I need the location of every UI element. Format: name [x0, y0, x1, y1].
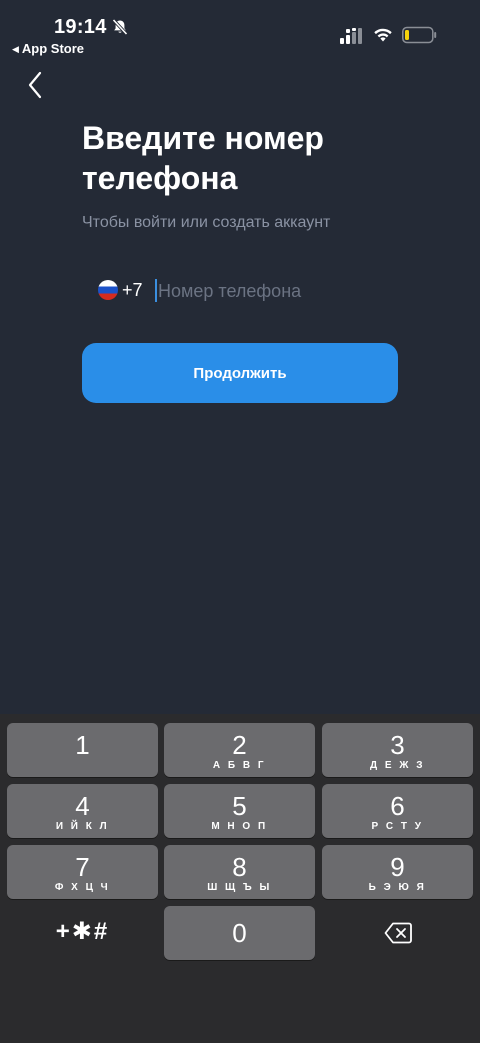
wifi-icon: [374, 28, 392, 42]
key-0[interactable]: 0: [164, 906, 315, 960]
key-digit: 5: [232, 791, 247, 821]
chevron-left-icon[interactable]: [22, 70, 50, 100]
page-title: Введите номер телефона: [82, 120, 324, 196]
cellular-signal-icon: [340, 28, 362, 44]
key-9[interactable]: 9 Ь Э Ю Я: [322, 845, 473, 899]
key-digit: 6: [390, 791, 405, 821]
status-bar: 19:14 ◀ App Store: [0, 0, 480, 62]
key-digit: 4: [75, 791, 90, 821]
phone-input-row: +7: [98, 276, 398, 306]
page-subtitle: Чтобы войти или создать аккаунт: [82, 214, 331, 231]
key-8[interactable]: 8 Ш Щ Ъ Ы: [164, 845, 315, 899]
triangle-left-icon: ◀: [12, 44, 19, 54]
back-to-app-label: App Store: [21, 41, 85, 56]
key-1[interactable]: 1: [7, 723, 158, 777]
battery-low-icon: [402, 26, 437, 44]
key-5[interactable]: 5 М Н О П: [164, 784, 315, 838]
key-symbols[interactable]: +✱#: [7, 906, 158, 960]
key-letters: М Н О П: [211, 821, 268, 832]
key-letters: И Й К Л: [55, 821, 110, 832]
key-4[interactable]: 4 И Й К Л: [7, 784, 158, 838]
text-caret: [155, 279, 157, 302]
key-digit: 3: [390, 730, 405, 760]
bell-slash-icon: [112, 18, 128, 36]
key-letters: Р С Т У: [371, 821, 424, 832]
key-digit: 0: [232, 918, 247, 948]
key-2[interactable]: 2 А Б В Г: [164, 723, 315, 777]
continue-button[interactable]: Продолжить: [82, 343, 398, 403]
key-letters: А Б В Г: [212, 760, 267, 771]
key-6[interactable]: 6 Р С Т У: [322, 784, 473, 838]
key-digit: 9: [390, 852, 405, 882]
status-time: 19:14: [54, 16, 107, 38]
key-3[interactable]: 3 Д Е Ж З: [322, 723, 473, 777]
key-letters: Ф Х Ц Ч: [54, 882, 111, 893]
key-7[interactable]: 7 Ф Х Ц Ч: [7, 845, 158, 899]
country-code[interactable]: +7: [122, 280, 143, 301]
back-to-app-store[interactable]: ◀ App Store: [12, 41, 84, 56]
backspace-icon: [384, 922, 412, 944]
symbols-label: +✱#: [55, 918, 110, 945]
russia-flag-icon[interactable]: [98, 280, 118, 300]
key-letters: Ш Щ Ъ Ы: [207, 882, 272, 893]
key-delete[interactable]: [322, 906, 473, 960]
key-digit: 2: [232, 730, 247, 760]
phone-number-input[interactable]: [158, 276, 388, 306]
numeric-keyboard: 1 2 А Б В Г 3 Д Е Ж З 4 И Й К Л 5 М Н О …: [0, 714, 480, 1043]
key-letters: Д Е Ж З: [370, 760, 425, 771]
key-digit: 7: [75, 852, 90, 882]
key-letters: Ь Э Ю Я: [368, 882, 427, 893]
key-digit: 8: [232, 852, 247, 882]
key-digit: 1: [75, 730, 90, 760]
